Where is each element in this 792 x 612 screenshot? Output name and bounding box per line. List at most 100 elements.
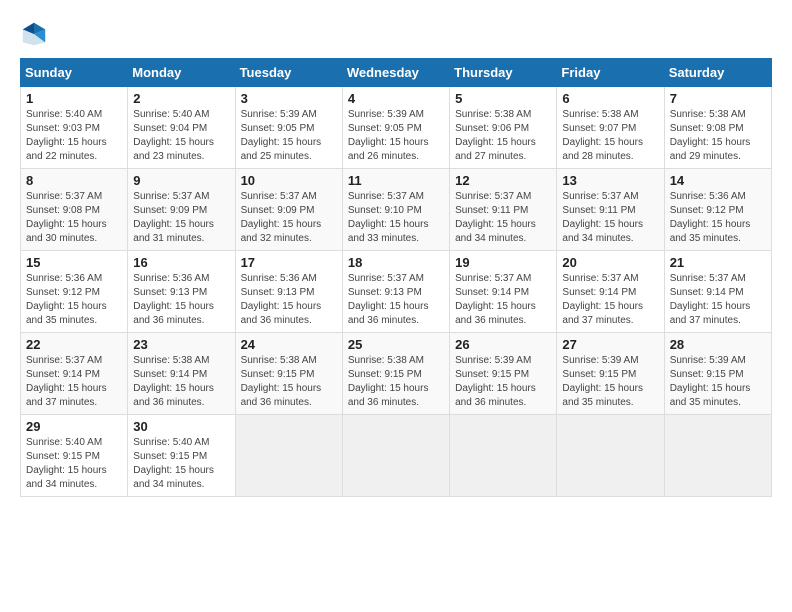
day-number: 9: [133, 173, 229, 188]
day-info: Sunrise: 5:36 AM Sunset: 9:13 PM Dayligh…: [133, 272, 229, 328]
day-number: 10: [241, 173, 337, 188]
day-info: Sunrise: 5:38 AM Sunset: 9:08 PM Dayligh…: [670, 108, 766, 164]
calendar-cell: 26 Sunrise: 5:39 AM Sunset: 9:15 PM Dayl…: [450, 333, 557, 415]
weekday-header-wednesday: Wednesday: [342, 59, 449, 87]
calendar-cell: 3 Sunrise: 5:39 AM Sunset: 9:05 PM Dayli…: [235, 87, 342, 169]
calendar-table: SundayMondayTuesdayWednesdayThursdayFrid…: [20, 58, 772, 497]
day-number: 27: [562, 337, 658, 352]
logo-icon: [20, 20, 48, 48]
calendar-cell: 12 Sunrise: 5:37 AM Sunset: 9:11 PM Dayl…: [450, 169, 557, 251]
calendar-cell: 11 Sunrise: 5:37 AM Sunset: 9:10 PM Dayl…: [342, 169, 449, 251]
calendar-header: SundayMondayTuesdayWednesdayThursdayFrid…: [21, 59, 772, 87]
day-number: 12: [455, 173, 551, 188]
calendar-cell: 7 Sunrise: 5:38 AM Sunset: 9:08 PM Dayli…: [664, 87, 771, 169]
day-info: Sunrise: 5:39 AM Sunset: 9:05 PM Dayligh…: [241, 108, 337, 164]
calendar-cell: 27 Sunrise: 5:39 AM Sunset: 9:15 PM Dayl…: [557, 333, 664, 415]
weekday-header-tuesday: Tuesday: [235, 59, 342, 87]
day-number: 2: [133, 91, 229, 106]
day-number: 26: [455, 337, 551, 352]
day-info: Sunrise: 5:36 AM Sunset: 9:12 PM Dayligh…: [670, 190, 766, 246]
day-number: 16: [133, 255, 229, 270]
day-info: Sunrise: 5:37 AM Sunset: 9:14 PM Dayligh…: [455, 272, 551, 328]
weekday-header-monday: Monday: [128, 59, 235, 87]
day-number: 17: [241, 255, 337, 270]
calendar-cell: 24 Sunrise: 5:38 AM Sunset: 9:15 PM Dayl…: [235, 333, 342, 415]
calendar-cell: 15 Sunrise: 5:36 AM Sunset: 9:12 PM Dayl…: [21, 251, 128, 333]
day-info: Sunrise: 5:37 AM Sunset: 9:09 PM Dayligh…: [241, 190, 337, 246]
calendar-cell: [557, 415, 664, 497]
day-number: 1: [26, 91, 122, 106]
day-info: Sunrise: 5:38 AM Sunset: 9:14 PM Dayligh…: [133, 354, 229, 410]
weekday-header-row: SundayMondayTuesdayWednesdayThursdayFrid…: [21, 59, 772, 87]
day-number: 22: [26, 337, 122, 352]
day-number: 5: [455, 91, 551, 106]
day-number: 29: [26, 419, 122, 434]
day-number: 14: [670, 173, 766, 188]
day-info: Sunrise: 5:39 AM Sunset: 9:15 PM Dayligh…: [455, 354, 551, 410]
day-number: 23: [133, 337, 229, 352]
calendar-cell: 14 Sunrise: 5:36 AM Sunset: 9:12 PM Dayl…: [664, 169, 771, 251]
day-number: 24: [241, 337, 337, 352]
calendar-cell: [342, 415, 449, 497]
calendar-cell: 25 Sunrise: 5:38 AM Sunset: 9:15 PM Dayl…: [342, 333, 449, 415]
calendar-cell: 10 Sunrise: 5:37 AM Sunset: 9:09 PM Dayl…: [235, 169, 342, 251]
calendar-cell: 28 Sunrise: 5:39 AM Sunset: 9:15 PM Dayl…: [664, 333, 771, 415]
day-info: Sunrise: 5:36 AM Sunset: 9:12 PM Dayligh…: [26, 272, 122, 328]
calendar-cell: [235, 415, 342, 497]
day-number: 28: [670, 337, 766, 352]
day-info: Sunrise: 5:38 AM Sunset: 9:15 PM Dayligh…: [241, 354, 337, 410]
day-info: Sunrise: 5:37 AM Sunset: 9:13 PM Dayligh…: [348, 272, 444, 328]
weekday-header-sunday: Sunday: [21, 59, 128, 87]
calendar-cell: 2 Sunrise: 5:40 AM Sunset: 9:04 PM Dayli…: [128, 87, 235, 169]
calendar-cell: [664, 415, 771, 497]
calendar-cell: 23 Sunrise: 5:38 AM Sunset: 9:14 PM Dayl…: [128, 333, 235, 415]
day-info: Sunrise: 5:37 AM Sunset: 9:14 PM Dayligh…: [562, 272, 658, 328]
calendar-body: 1 Sunrise: 5:40 AM Sunset: 9:03 PM Dayli…: [21, 87, 772, 497]
day-number: 6: [562, 91, 658, 106]
day-info: Sunrise: 5:37 AM Sunset: 9:11 PM Dayligh…: [455, 190, 551, 246]
calendar-cell: 30 Sunrise: 5:40 AM Sunset: 9:15 PM Dayl…: [128, 415, 235, 497]
day-number: 30: [133, 419, 229, 434]
day-info: Sunrise: 5:38 AM Sunset: 9:07 PM Dayligh…: [562, 108, 658, 164]
calendar-cell: 22 Sunrise: 5:37 AM Sunset: 9:14 PM Dayl…: [21, 333, 128, 415]
calendar-cell: 13 Sunrise: 5:37 AM Sunset: 9:11 PM Dayl…: [557, 169, 664, 251]
calendar-cell: 8 Sunrise: 5:37 AM Sunset: 9:08 PM Dayli…: [21, 169, 128, 251]
day-info: Sunrise: 5:40 AM Sunset: 9:03 PM Dayligh…: [26, 108, 122, 164]
day-number: 3: [241, 91, 337, 106]
day-number: 19: [455, 255, 551, 270]
day-number: 13: [562, 173, 658, 188]
weekday-header-saturday: Saturday: [664, 59, 771, 87]
calendar-cell: 16 Sunrise: 5:36 AM Sunset: 9:13 PM Dayl…: [128, 251, 235, 333]
day-info: Sunrise: 5:40 AM Sunset: 9:15 PM Dayligh…: [133, 436, 229, 492]
calendar-cell: 18 Sunrise: 5:37 AM Sunset: 9:13 PM Dayl…: [342, 251, 449, 333]
calendar-cell: 9 Sunrise: 5:37 AM Sunset: 9:09 PM Dayli…: [128, 169, 235, 251]
calendar-cell: [450, 415, 557, 497]
day-info: Sunrise: 5:40 AM Sunset: 9:04 PM Dayligh…: [133, 108, 229, 164]
day-info: Sunrise: 5:39 AM Sunset: 9:15 PM Dayligh…: [670, 354, 766, 410]
calendar-cell: 20 Sunrise: 5:37 AM Sunset: 9:14 PM Dayl…: [557, 251, 664, 333]
day-info: Sunrise: 5:37 AM Sunset: 9:09 PM Dayligh…: [133, 190, 229, 246]
day-info: Sunrise: 5:37 AM Sunset: 9:08 PM Dayligh…: [26, 190, 122, 246]
calendar-week-5: 29 Sunrise: 5:40 AM Sunset: 9:15 PM Dayl…: [21, 415, 772, 497]
calendar-week-3: 15 Sunrise: 5:36 AM Sunset: 9:12 PM Dayl…: [21, 251, 772, 333]
day-info: Sunrise: 5:37 AM Sunset: 9:11 PM Dayligh…: [562, 190, 658, 246]
day-info: Sunrise: 5:39 AM Sunset: 9:05 PM Dayligh…: [348, 108, 444, 164]
day-number: 11: [348, 173, 444, 188]
day-info: Sunrise: 5:38 AM Sunset: 9:15 PM Dayligh…: [348, 354, 444, 410]
day-info: Sunrise: 5:36 AM Sunset: 9:13 PM Dayligh…: [241, 272, 337, 328]
day-info: Sunrise: 5:40 AM Sunset: 9:15 PM Dayligh…: [26, 436, 122, 492]
calendar-week-2: 8 Sunrise: 5:37 AM Sunset: 9:08 PM Dayli…: [21, 169, 772, 251]
day-info: Sunrise: 5:39 AM Sunset: 9:15 PM Dayligh…: [562, 354, 658, 410]
weekday-header-friday: Friday: [557, 59, 664, 87]
day-info: Sunrise: 5:37 AM Sunset: 9:14 PM Dayligh…: [26, 354, 122, 410]
day-info: Sunrise: 5:37 AM Sunset: 9:14 PM Dayligh…: [670, 272, 766, 328]
day-number: 4: [348, 91, 444, 106]
page-header: [20, 20, 772, 48]
day-number: 15: [26, 255, 122, 270]
day-number: 20: [562, 255, 658, 270]
day-info: Sunrise: 5:38 AM Sunset: 9:06 PM Dayligh…: [455, 108, 551, 164]
day-info: Sunrise: 5:37 AM Sunset: 9:10 PM Dayligh…: [348, 190, 444, 246]
day-number: 18: [348, 255, 444, 270]
weekday-header-thursday: Thursday: [450, 59, 557, 87]
calendar-cell: 5 Sunrise: 5:38 AM Sunset: 9:06 PM Dayli…: [450, 87, 557, 169]
